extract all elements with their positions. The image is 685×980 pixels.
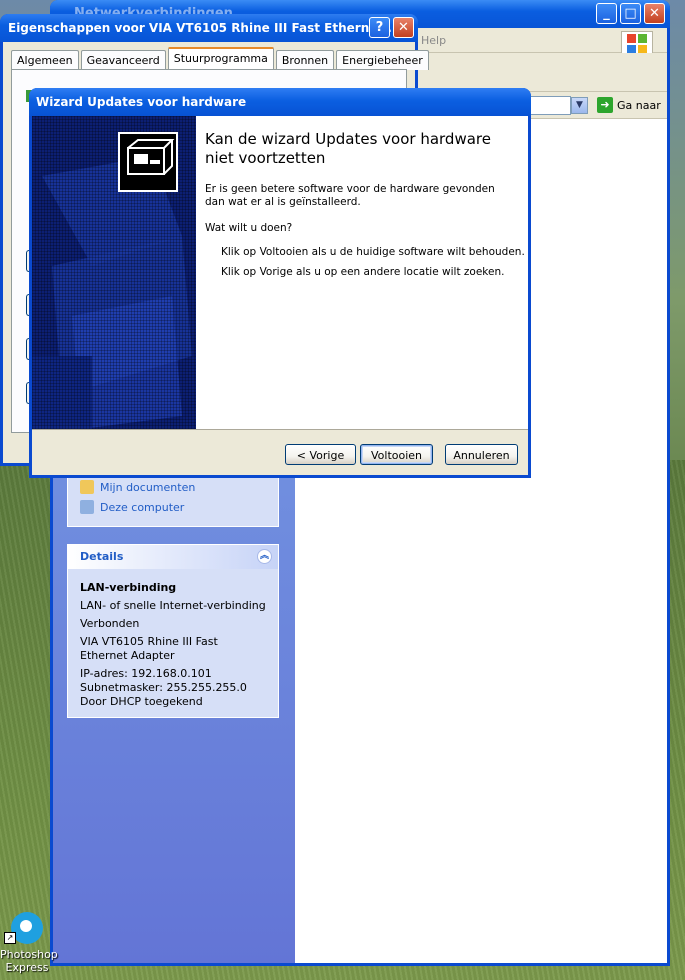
tab-bronnen[interactable]: Bronnen [275,50,335,70]
hardware-update-wizard: Wizard Updates voor hardware Kan de wiza… [29,88,531,478]
go-arrow-icon: ➜ [597,97,613,113]
help-button[interactable]: ? [369,17,390,38]
wizard-message: Er is geen betere software voor de hardw… [205,183,495,208]
details-adapter: VIA VT6105 Rhine III Fast Ethernet Adapt… [80,635,218,662]
link-label: Mijn documenten [100,480,196,494]
wizard-option-finish: Klik op Voltooien als u de huidige softw… [221,246,525,258]
close-button[interactable]: ✕ [393,17,414,38]
properties-title: Eigenschappen voor VIA VT6105 Rhine III … [8,21,401,35]
computer-icon [80,500,94,514]
wizard-content: Kan de wizard Updates voor hardware niet… [32,116,528,430]
cancel-button[interactable]: Annuleren [445,444,518,465]
desktop-icon-photoshop-express[interactable]: ↗ Photoshop Express [0,910,58,974]
details-type: LAN- of snelle Internet-verbinding [80,599,266,612]
details-header[interactable]: Details ︽ [68,545,278,569]
details-ip: IP-adres: 192.168.0.101 [80,667,212,680]
wizard-title: Wizard Updates voor hardware [36,95,247,109]
finish-button[interactable]: Voltooien [360,444,433,465]
maximize-button[interactable]: □ [620,3,641,24]
tab-algemeen[interactable]: Algemeen [11,50,79,70]
minimize-button[interactable]: _ [596,3,617,24]
tab-energiebeheer[interactable]: Energiebeheer [336,50,429,70]
go-label: Ga naar [617,98,661,112]
wizard-option-back: Klik op Vorige als u op een andere locat… [221,266,505,278]
collapse-chevron-icon[interactable]: ︽ [257,549,272,564]
properties-titlebar[interactable]: Eigenschappen voor VIA VT6105 Rhine III … [0,14,418,42]
details-title: Details [80,550,124,563]
details-dhcp: Door DHCP toegekend [80,695,203,708]
details-name: LAN-verbinding [80,581,177,594]
tab-geavanceerd[interactable]: Geavanceerd [80,50,166,70]
documents-folder-icon [80,480,94,494]
link-label: Deze computer [100,500,185,514]
wizard-body: Kan de wizard Updates voor hardware niet… [32,116,528,475]
desktop-icon-label: Photoshop Express [0,948,58,974]
shortcut-arrow-icon: ↗ [4,932,16,944]
address-dropdown-button[interactable]: ▼ [571,97,588,114]
back-button[interactable]: < Vorige [285,444,356,465]
link-my-documents[interactable]: Mijn documenten [68,477,278,497]
wizard-question: Wat wilt u doen? [205,222,293,234]
wizard-banner [32,116,196,429]
go-button[interactable]: ➜ Ga naar [597,97,661,113]
link-my-computer[interactable]: Deze computer [68,497,278,517]
details-panel: Details ︽ LAN-verbinding LAN- of snelle … [67,544,279,718]
details-status: Verbonden [80,617,140,630]
menu-help[interactable]: Help [421,34,446,47]
wizard-heading: Kan de wizard Updates voor hardware niet… [205,130,491,167]
hardware-icon [118,132,178,192]
details-subnet: Subnetmasker: 255.255.255.0 [80,681,247,694]
close-button[interactable]: ✕ [644,3,665,24]
wizard-titlebar[interactable]: Wizard Updates voor hardware [29,88,531,116]
